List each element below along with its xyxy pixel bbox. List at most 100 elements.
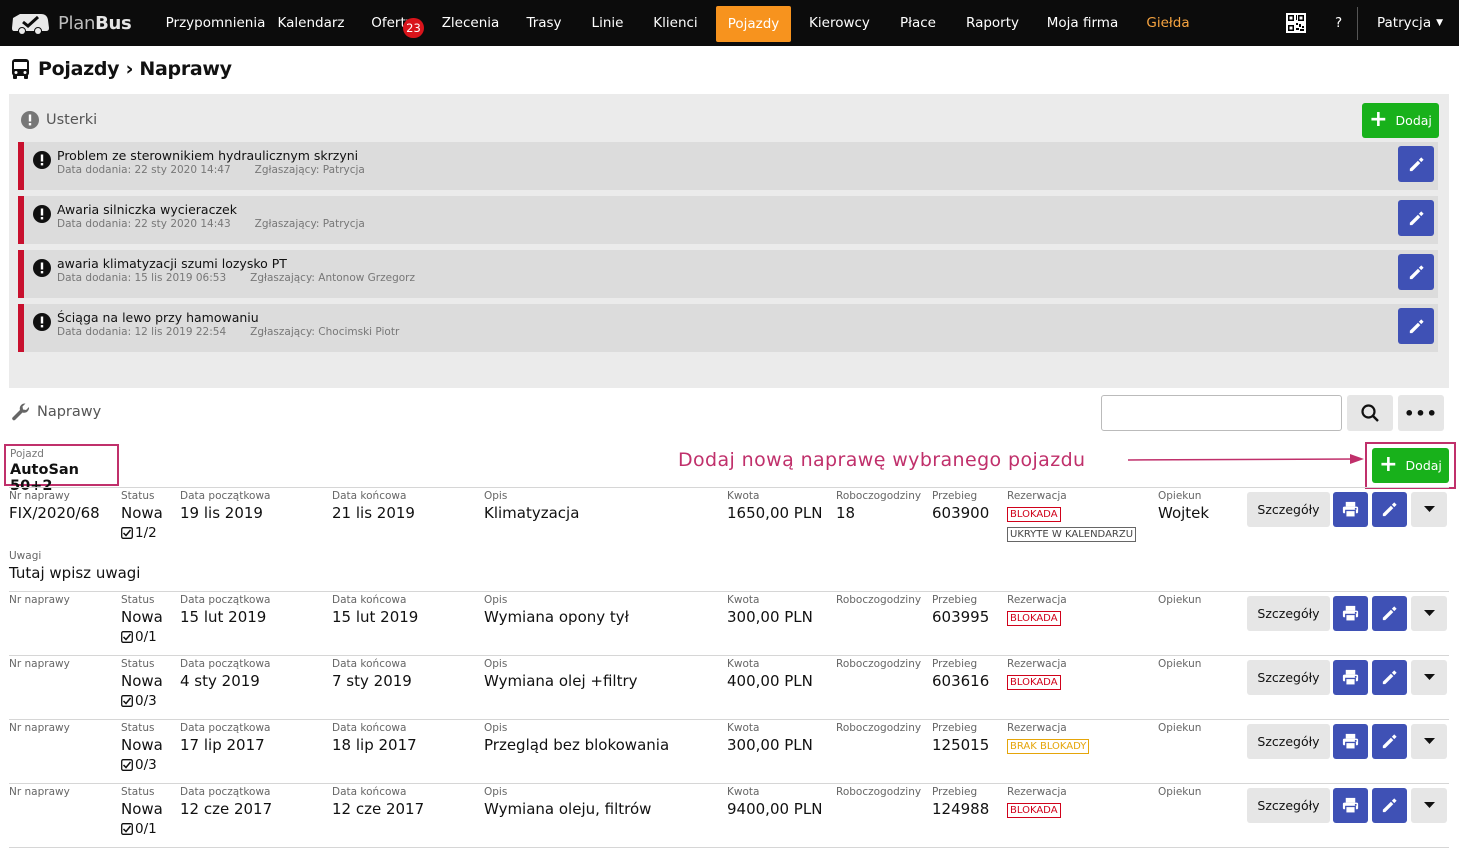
edit-usterka-button[interactable] — [1398, 146, 1434, 182]
cell-opiekun: Opiekun — [1158, 658, 1201, 672]
pencil-icon — [1380, 732, 1399, 751]
exclamation-circle-icon — [33, 151, 51, 169]
printer-icon — [1341, 796, 1360, 815]
nav-item-label: Trasy — [526, 15, 562, 31]
row-dropdown-button[interactable] — [1411, 788, 1447, 823]
details-button[interactable]: Szczegóły — [1247, 660, 1330, 695]
cell-label: Rezerwacja — [1007, 658, 1067, 670]
add-naprawa-button[interactable]: + Dodaj — [1372, 448, 1449, 483]
edit-naprawa-button[interactable] — [1372, 788, 1407, 823]
nav-item-11[interactable]: Moja firma — [1036, 0, 1129, 46]
cell-label: Data końcowa — [332, 786, 407, 798]
cell-label: Rezerwacja — [1007, 594, 1067, 606]
caret-down-icon — [1423, 506, 1435, 512]
row-dropdown-button[interactable] — [1411, 596, 1447, 631]
details-label: Szczegóły — [1257, 606, 1320, 621]
vehicle-label: Pojazd — [10, 448, 44, 460]
cell-label: Status — [121, 658, 155, 670]
print-button[interactable] — [1333, 596, 1368, 631]
details-button[interactable]: Szczegóły — [1247, 492, 1330, 527]
print-button[interactable] — [1333, 724, 1368, 759]
cell-nr: Nr naprawy FIX/2020/68 — [9, 490, 100, 522]
cell-opis: Opis Wymiana oleju, filtrów — [484, 786, 651, 818]
caret-down-icon — [1423, 610, 1435, 616]
row-dropdown-button[interactable] — [1411, 660, 1447, 695]
pencil-icon — [1380, 668, 1399, 687]
nav-item-4[interactable]: Trasy — [516, 0, 572, 46]
add-usterka-button[interactable]: + Dodaj — [1362, 103, 1439, 138]
cell-label: Przebieg — [932, 722, 978, 734]
print-button[interactable] — [1333, 788, 1368, 823]
cell-label: Roboczogodziny — [836, 490, 922, 502]
cell-nr: Nr naprawy — [9, 786, 70, 800]
nav-item-9[interactable]: Płace — [886, 0, 950, 46]
nav-item-6[interactable]: Klienci — [642, 0, 709, 46]
print-button[interactable] — [1333, 492, 1368, 527]
edit-naprawa-button[interactable] — [1372, 724, 1407, 759]
row-dropdown-button[interactable] — [1411, 492, 1447, 527]
cell-label: Kwota — [727, 658, 760, 670]
edit-usterka-button[interactable] — [1398, 254, 1434, 290]
usterka-reporter: Zgłaszający: Chocimski Piotr — [250, 326, 400, 338]
cell-end: Data końcowa 21 lis 2019 — [332, 490, 415, 522]
cell-opiekun: Opiekun — [1158, 594, 1201, 608]
usterka-item[interactable]: awaria klimatyzacji szumi lozysko PT Data… — [18, 250, 1438, 298]
add-label: Dodaj — [1405, 458, 1442, 473]
edit-naprawa-button[interactable] — [1372, 660, 1407, 695]
edit-usterka-button[interactable] — [1398, 308, 1434, 344]
row-divider — [9, 719, 1449, 720]
cell-value: 18 — [836, 504, 856, 522]
help-button[interactable]: ? — [1335, 0, 1342, 46]
nav-item-7[interactable]: Pojazdy — [716, 6, 791, 42]
details-button[interactable]: Szczegóły — [1247, 596, 1330, 631]
nav-item-5[interactable]: Linie — [580, 0, 635, 46]
cell-label: Opiekun — [1158, 786, 1202, 798]
cell-value: 12 cze 2017 — [332, 800, 425, 818]
nav-item-0[interactable]: Przypomnienia — [141, 0, 290, 46]
cell-label: Status — [121, 786, 155, 798]
nav-item-1[interactable]: Kalendarz — [271, 0, 351, 46]
usterka-item[interactable]: Awaria silniczka wycieraczek Data dodania… — [18, 196, 1438, 244]
edit-naprawa-button[interactable] — [1372, 492, 1407, 527]
nav-item-label: Oferty 23 — [371, 15, 424, 38]
qr-code-button[interactable] — [1285, 0, 1307, 46]
edit-usterka-button[interactable] — [1398, 200, 1434, 236]
search-input[interactable] — [1101, 395, 1342, 431]
cell-label: Rezerwacja — [1007, 490, 1067, 502]
edit-naprawa-button[interactable] — [1372, 596, 1407, 631]
cell-hours: Roboczogodziny — [836, 594, 921, 608]
ellipsis-icon: ••• — [1404, 403, 1438, 423]
user-name: Patrycja — [1377, 15, 1432, 31]
cell-value: Nowa — [121, 608, 163, 626]
nav-item-2[interactable]: Oferty 23 — [360, 0, 425, 46]
cell-start: Data początkowa 15 lut 2019 — [180, 594, 271, 626]
print-button[interactable] — [1333, 660, 1368, 695]
usterka-date: Data dodania: 22 sty 2020 14:47 — [57, 164, 231, 176]
add-label: Dodaj — [1395, 113, 1432, 128]
cell-label: Data końcowa — [332, 658, 407, 670]
nav-item-12[interactable]: Giełda — [1138, 0, 1198, 46]
cell-label: Nr naprawy — [9, 658, 70, 670]
row-dropdown-button[interactable] — [1411, 724, 1447, 759]
reservation-tag: BLOKADA — [1007, 675, 1061, 690]
cell-rezerwacja: Rezerwacja BLOKADA — [1007, 594, 1067, 626]
nav-item-8[interactable]: Kierowcy — [802, 0, 877, 46]
user-menu[interactable]: Patrycja ▼ — [1377, 0, 1443, 46]
more-options-button[interactable]: ••• — [1398, 395, 1444, 431]
vehicle-selector[interactable]: Pojazd AutoSan 50+2 — [4, 444, 119, 494]
cell-end: Data końcowa 12 cze 2017 — [332, 786, 424, 818]
search-button[interactable] — [1347, 395, 1393, 431]
cell-value: Tutaj wpisz uwagi — [9, 564, 141, 582]
details-button[interactable]: Szczegóły — [1247, 788, 1330, 823]
usterka-item[interactable]: Ściąga na lewo przy hamowaniu Data dodani… — [18, 304, 1438, 352]
nav-item-10[interactable]: Raporty — [956, 0, 1029, 46]
cell-nr: Nr naprawy — [9, 594, 70, 608]
checklist-progress: 0/1 — [121, 821, 163, 837]
usterka-item[interactable]: Problem ze sterownikiem hydraulicznym sk… — [18, 142, 1438, 190]
details-button[interactable]: Szczegóły — [1247, 724, 1330, 759]
nav-item-label: Płace — [900, 15, 936, 31]
cell-nr: Nr naprawy — [9, 658, 70, 672]
brand-logo[interactable]: PlanBus — [0, 0, 141, 46]
nav-item-3[interactable]: Zlecenia — [433, 0, 508, 46]
cell-value: Wymiana opony tył — [484, 608, 629, 626]
